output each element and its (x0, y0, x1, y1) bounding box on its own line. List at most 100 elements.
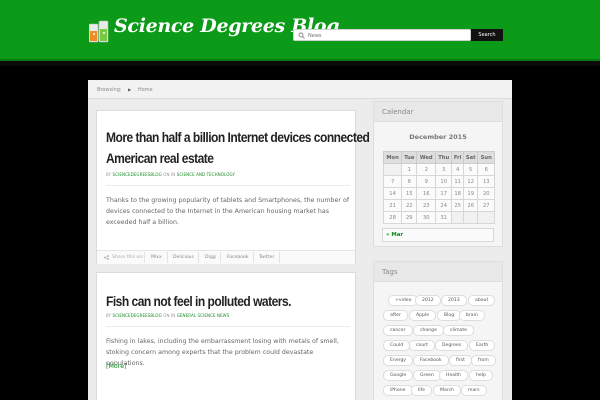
meta-by: BY (106, 172, 112, 177)
calendar-day-cell: 22 (401, 199, 418, 212)
flask-logo-icon[interactable] (89, 19, 110, 44)
tag-link[interactable]: Earth (469, 340, 496, 351)
post-author-link[interactable]: SCIENCEDEGREESBLOG (113, 313, 162, 318)
tag-link[interactable]: 2013 (441, 295, 467, 306)
post-title-line[interactable]: American real estate (106, 148, 382, 169)
calendar-day-cell: 8 (401, 175, 418, 188)
search-box[interactable] (293, 29, 471, 41)
calendar-table: Mon Tue Wed Thu Fri Sat Sun 1 2 3 4 5 6 7 8 9 10 11 12 13 1… (382, 151, 495, 224)
meta-in: ON IN (163, 313, 176, 318)
calendar-day-cell: 18 (451, 187, 464, 200)
tag-link[interactable]: +video (388, 295, 419, 306)
share-twitter-link[interactable]: Twitter (259, 255, 274, 260)
tag-link[interactable]: about (468, 295, 496, 306)
calendar-day-cell: 25 (451, 199, 464, 212)
calendar-day-cell: 4 (451, 163, 464, 176)
share-divider (198, 252, 199, 263)
search-input[interactable] (308, 31, 468, 40)
calendar-week-row: 7 8 9 10 11 12 13 (382, 175, 495, 188)
tag-link[interactable]: Energy (383, 355, 414, 366)
tag-link[interactable]: Apple (409, 310, 437, 321)
calendar-day-cell: 23 (416, 199, 437, 212)
share-divider (253, 252, 254, 263)
post-excerpt: Fishing in lakes, including the embarras… (106, 326, 350, 369)
tag-link[interactable]: change (413, 325, 444, 336)
post-meta: BY SCIENCEDEGREESBLOG ON IN SCIENCE AND … (106, 172, 235, 177)
calendar-empty-cell (462, 211, 479, 224)
post-meta: BY SCIENCEDEGREESBLOG ON IN GENERAL SCIE… (106, 313, 229, 318)
calendar-day-cell: 21 (382, 199, 403, 212)
post-excerpt: Thanks to the growing popularity of tabl… (106, 185, 350, 228)
calendar-day-cell: 20 (477, 187, 495, 200)
share-bar: Share this on: Mixx Delicious Digg Faceb… (97, 250, 355, 264)
tag-link[interactable]: Facebook (413, 355, 449, 366)
post-title[interactable]: More than half a billion Internet device… (106, 127, 382, 169)
calendar-week-row: 21 22 23 24 25 26 27 (382, 199, 495, 212)
calendar-day-header: Sun (477, 151, 495, 164)
share-divider (279, 252, 280, 263)
tag-link[interactable]: Google (383, 370, 414, 381)
calendar-day-cell: 13 (477, 175, 495, 188)
tag-link[interactable]: after (383, 310, 408, 321)
calendar-day-cell: 27 (477, 199, 495, 212)
calendar-day-cell: 24 (435, 199, 453, 212)
site-header: Science Degrees Blog Search (0, 0, 600, 61)
post-category-link[interactable]: SCIENCE AND TECHNOLOGY (177, 172, 235, 177)
calendar-day-cell: 5 (462, 163, 479, 176)
tag-link[interactable]: Could (383, 340, 411, 351)
tag-link[interactable]: from (471, 355, 496, 366)
read-more-link[interactable]: [More] (106, 363, 127, 370)
post-card: Fish can not feel in polluted waters. BY… (96, 272, 356, 400)
tag-link[interactable]: Degrees (435, 340, 469, 351)
tag-link[interactable]: Health (439, 370, 469, 381)
calendar-prev-link[interactable]: « Mar (386, 232, 403, 238)
share-icon (104, 255, 109, 260)
tag-link[interactable]: climate (443, 325, 474, 336)
calendar-month-title: December 2015 (409, 133, 467, 141)
calendar-week-row: 14 15 16 17 18 19 20 (382, 187, 495, 200)
calendar-day-cell: 30 (416, 211, 437, 224)
calendar-day-cell: 26 (462, 199, 479, 212)
breadcrumb-home-link[interactable]: Home (138, 87, 153, 93)
calendar-day-cell: 19 (462, 187, 479, 200)
calendar-day-cell: 29 (401, 211, 418, 224)
calendar-empty-cell (451, 211, 464, 224)
share-facebook-link[interactable]: Facebook (227, 255, 249, 260)
tag-link[interactable]: Green (413, 370, 441, 381)
calendar-day-cell: 1 (401, 163, 418, 176)
calendar-week-row: 123456 (382, 163, 495, 176)
share-delicious-link[interactable]: Delicious (173, 255, 194, 260)
calendar-day-header: Thu (435, 151, 453, 164)
tag-link[interactable]: iPhone (383, 385, 413, 396)
post-category-link[interactable]: GENERAL SCIENCE NEWS (177, 313, 230, 318)
tag-link[interactable]: mars (461, 385, 487, 396)
calendar-day-header: Mon (382, 151, 403, 164)
tag-link[interactable]: court (409, 340, 435, 351)
calendar-empty-cell (477, 211, 495, 224)
post-title[interactable]: Fish can not feel in polluted waters. (106, 291, 291, 312)
breadcrumb: Browsing: ▶ Home (88, 80, 512, 99)
tag-link[interactable]: Blog (437, 310, 462, 321)
share-divider (144, 252, 145, 263)
calendar-day-cell: 6 (477, 163, 495, 176)
post-title-line[interactable]: More than half a billion Internet device… (106, 127, 382, 148)
calendar-day-header: Wed (416, 151, 437, 164)
calendar-day-cell: 15 (401, 187, 418, 200)
calendar-day-cell: 7 (382, 175, 403, 188)
post-author-link[interactable]: SCIENCEDEGREESBLOG (113, 172, 162, 177)
share-digg-link[interactable]: Digg (205, 255, 216, 260)
calendar-day-cell: 3 (435, 163, 453, 176)
tag-link[interactable]: life (411, 385, 432, 396)
tag-link[interactable]: March (433, 385, 462, 396)
calendar-day-cell: 28 (382, 211, 403, 224)
tag-link[interactable]: first (449, 355, 472, 366)
share-label: Share this on: (112, 255, 144, 260)
search-button[interactable]: Search (471, 29, 503, 41)
share-mixx-link[interactable]: Mixx (151, 255, 162, 260)
tag-link[interactable]: cancer (383, 325, 413, 336)
calendar-day-cell: 10 (435, 175, 453, 188)
tag-link[interactable]: 2012 (415, 295, 441, 306)
search-icon (298, 32, 305, 39)
tag-link[interactable]: brain (459, 310, 485, 321)
tag-link[interactable]: help (469, 370, 493, 381)
